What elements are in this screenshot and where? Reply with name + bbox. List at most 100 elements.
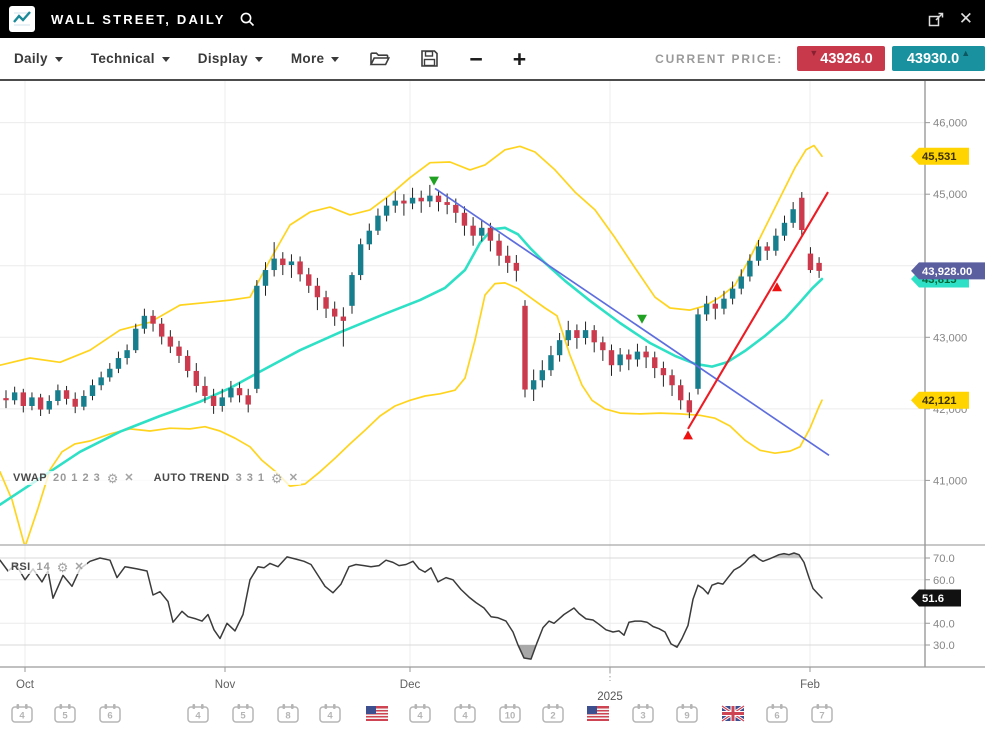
- candle: [133, 329, 138, 350]
- vwap-label: VWAP: [13, 472, 47, 484]
- calendar-event-icon[interactable]: 6: [100, 704, 120, 722]
- popout-icon[interactable]: [928, 12, 945, 27]
- candle: [263, 270, 268, 286]
- rsi-settings-icon[interactable]: ⚙: [57, 562, 69, 573]
- menu-technical[interactable]: Technical: [91, 51, 170, 66]
- vwap-settings-icon[interactable]: ⚙: [107, 473, 119, 484]
- calendar-event-icon[interactable]: 6: [767, 704, 787, 722]
- candle: [38, 397, 43, 409]
- menu-display-label: Display: [198, 51, 248, 66]
- calendar-event-icon[interactable]: 4: [188, 704, 208, 722]
- candle: [228, 388, 233, 397]
- calendar-event-icon[interactable]: 7: [812, 704, 832, 722]
- candle: [142, 316, 147, 329]
- uk-flag-icon[interactable]: [722, 706, 744, 721]
- svg-text:8: 8: [285, 711, 290, 722]
- calendar-event-icon[interactable]: 2: [543, 704, 563, 722]
- buy-price-badge[interactable]: 43930.0 ▲: [892, 46, 985, 71]
- svg-text:46,000: 46,000: [933, 118, 967, 130]
- calendar-event-icon[interactable]: 9: [677, 704, 697, 722]
- candle: [410, 198, 415, 204]
- candle: [124, 350, 129, 358]
- vwap-remove-icon[interactable]: ✕: [124, 473, 133, 484]
- calendar-event-icon[interactable]: 4: [410, 704, 430, 722]
- candle: [367, 231, 372, 245]
- candle: [237, 388, 242, 395]
- candle: [661, 368, 666, 375]
- calendar-event-icon[interactable]: 4: [455, 704, 475, 722]
- candle: [643, 352, 648, 358]
- calendar-event-icon[interactable]: 10: [500, 704, 520, 722]
- calendar-event-icon[interactable]: 8: [278, 704, 298, 722]
- auto-trend-settings-icon[interactable]: ⚙: [271, 473, 283, 484]
- close-icon[interactable]: ✕: [959, 9, 973, 29]
- calendar-event-icon[interactable]: 4: [320, 704, 340, 722]
- candle: [323, 297, 328, 308]
- menu-timeframe[interactable]: Daily: [14, 51, 63, 66]
- candle: [306, 274, 311, 285]
- candle: [522, 306, 527, 390]
- candle: [116, 358, 121, 369]
- upper-band-tag: 45,531: [911, 148, 969, 165]
- candle: [254, 286, 259, 389]
- candle: [479, 228, 484, 236]
- calendar-event-icon[interactable]: 5: [55, 704, 75, 722]
- candle: [808, 254, 813, 270]
- toolbar: Daily Technical Display More: [0, 38, 985, 81]
- menu-display[interactable]: Display: [198, 51, 263, 66]
- chart-canvas[interactable]: 46,00045,00044,00043,00042,00041,00070.0…: [0, 0, 985, 732]
- minimize-icon[interactable]: _: [905, 14, 913, 24]
- rsi-params: 14: [37, 561, 51, 573]
- save-chart-icon[interactable]: [420, 49, 439, 68]
- open-chart-icon[interactable]: [369, 50, 390, 68]
- calendar-event-icon[interactable]: 3: [633, 704, 653, 722]
- search-icon[interactable]: [238, 10, 256, 28]
- candle: [194, 371, 199, 386]
- rsi-legend: RSI 14 ⚙ ✕: [8, 560, 87, 574]
- candle: [566, 330, 571, 340]
- title-bar: WALL STREET, DAILY _ ✕: [0, 0, 985, 38]
- candle: [176, 347, 181, 356]
- sell-signal-icon: [429, 177, 439, 186]
- candle: [713, 304, 718, 309]
- candle: [540, 370, 545, 380]
- calendar-event-icon[interactable]: 5: [233, 704, 253, 722]
- sell-price-badge[interactable]: ▼ 43926.0: [797, 46, 885, 71]
- candle: [626, 354, 631, 359]
- zoom-in-icon[interactable]: +: [513, 49, 526, 69]
- us-flag-icon[interactable]: [366, 706, 388, 721]
- candle: [687, 400, 692, 412]
- candle: [107, 369, 112, 378]
- menu-technical-label: Technical: [91, 51, 155, 66]
- current-price-label: CURRENT PRICE:: [655, 52, 783, 66]
- svg-text:45,531: 45,531: [922, 151, 957, 163]
- menu-timeframe-label: Daily: [14, 51, 48, 66]
- candle: [462, 213, 467, 226]
- zoom-out-icon[interactable]: −: [469, 49, 482, 69]
- candle: [202, 386, 207, 396]
- us-flag-icon[interactable]: [587, 706, 609, 721]
- svg-text:51.6: 51.6: [922, 593, 944, 605]
- auto-trend-params: 3 3 1: [236, 472, 265, 484]
- candle: [55, 390, 60, 401]
- candle: [739, 276, 744, 288]
- candle: [358, 244, 363, 275]
- candle: [695, 314, 700, 388]
- price-down-arrow-icon: ▼: [809, 49, 818, 58]
- candle: [211, 396, 216, 406]
- menu-more[interactable]: More: [291, 51, 339, 66]
- chevron-down-icon: [55, 57, 63, 62]
- svg-text:7: 7: [819, 711, 824, 722]
- candle: [678, 385, 683, 400]
- svg-text:60.0: 60.0: [933, 575, 955, 587]
- calendar-event-icon[interactable]: 4: [12, 704, 32, 722]
- rsi-remove-icon[interactable]: ✕: [74, 562, 83, 573]
- auto-trend-down[interactable]: [435, 188, 829, 455]
- price-up-arrow-icon: ▲: [961, 49, 970, 58]
- svg-text:30.0: 30.0: [933, 640, 955, 652]
- candle: [150, 316, 155, 324]
- candle: [765, 246, 770, 250]
- auto-trend-remove-icon[interactable]: ✕: [289, 473, 298, 484]
- rsi-line: [0, 553, 822, 659]
- candle: [669, 375, 674, 385]
